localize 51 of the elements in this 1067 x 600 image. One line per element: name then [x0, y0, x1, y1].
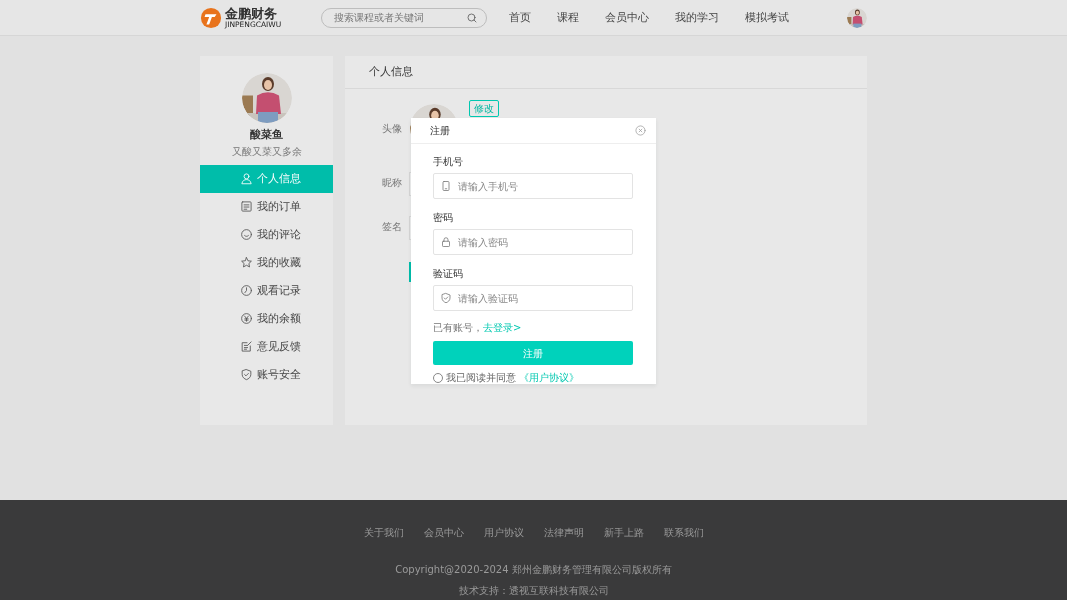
- nav-link[interactable]: 模拟考试: [745, 9, 789, 26]
- footer-link[interactable]: 用户协议: [483, 525, 524, 540]
- footer-link[interactable]: 关于我们: [363, 525, 404, 540]
- copyright-text: Copyright@2020-2024 郑州金鹏财务管理有限公司版权所有: [394, 563, 673, 577]
- shield-icon: [440, 292, 452, 304]
- sidebar-item[interactable]: 意见反馈: [200, 332, 333, 361]
- field-label: 签名: [382, 220, 402, 234]
- search-icon: [466, 11, 478, 24]
- phone-icon: [440, 180, 452, 192]
- field-label: 验证码: [433, 268, 464, 280]
- login-prompt: 已有账号，: [433, 322, 483, 333]
- field-label: 手机号: [433, 156, 464, 168]
- sidebar-item[interactable]: 我的余额: [200, 304, 333, 333]
- footer-link[interactable]: 会员中心: [423, 525, 464, 540]
- footer-link[interactable]: 联系我们: [663, 525, 704, 540]
- dialog-title: 注册: [430, 124, 450, 138]
- field-label: 密码: [433, 212, 454, 224]
- lock-icon: [440, 236, 452, 248]
- sidebar-item[interactable]: 我的收藏: [200, 248, 333, 277]
- nav-link[interactable]: 会员中心: [605, 9, 649, 26]
- yen-icon: [240, 312, 253, 326]
- nav-link[interactable]: 我的学习: [675, 9, 719, 26]
- shield-icon: [240, 368, 253, 382]
- input-field[interactable]: 请输入手机号: [433, 173, 633, 199]
- clock-icon: [240, 284, 253, 298]
- panel-title: 个人信息: [345, 56, 867, 89]
- nav-link[interactable]: 课程: [557, 9, 579, 26]
- sidebar-item[interactable]: 账号安全: [200, 360, 333, 389]
- nav-link[interactable]: 首页: [509, 9, 531, 26]
- user-name: 酸菜鱼: [249, 127, 284, 142]
- footer-link[interactable]: 新手上路: [603, 525, 644, 540]
- user-icon: [240, 172, 253, 186]
- logo-text: 金鹏财务: [225, 6, 278, 20]
- logo-icon: [200, 6, 222, 29]
- smiley-icon: [240, 228, 253, 242]
- input-field[interactable]: 请输入密码: [433, 229, 633, 255]
- sidebar-item[interactable]: 我的订单: [200, 192, 333, 221]
- user-motto: 又酸又菜又多余: [230, 144, 303, 159]
- support-text: 技术支持：透视互联科技有限公司: [457, 584, 610, 598]
- search-field[interactable]: 搜索课程或者关键词: [321, 7, 487, 28]
- close-icon[interactable]: [635, 125, 646, 136]
- field-label: 头像: [382, 122, 402, 136]
- input-field[interactable]: 请输入验证码: [433, 285, 633, 311]
- footer-link[interactable]: 法律声明: [543, 525, 584, 540]
- star-icon: [240, 256, 253, 270]
- sidebar-item[interactable]: 观看记录: [200, 276, 333, 305]
- sidebar-item[interactable]: 我的评论: [200, 220, 333, 249]
- field-label: 昵称: [382, 176, 402, 190]
- document-icon: [240, 200, 253, 214]
- edit-icon: [240, 340, 253, 354]
- agree-text: 我已阅读并同意: [446, 371, 516, 385]
